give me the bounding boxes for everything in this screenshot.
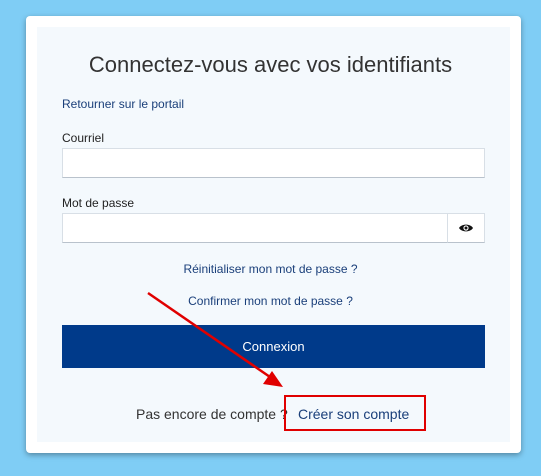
email-label: Courriel	[62, 131, 105, 145]
back-to-portal-link[interactable]: Retourner sur le portail	[62, 97, 184, 111]
login-button[interactable]: Connexion	[62, 325, 485, 368]
reset-password-row: Réinitialiser mon mot de passe ?	[0, 262, 541, 276]
reset-password-link[interactable]: Réinitialiser mon mot de passe ?	[183, 262, 357, 276]
password-field[interactable]	[62, 213, 448, 243]
password-label: Mot de passe	[62, 196, 135, 210]
create-account-link[interactable]: Créer son compte	[298, 406, 409, 422]
email-field[interactable]	[62, 148, 485, 178]
confirm-password-link[interactable]: Confirmer mon mot de passe ?	[188, 294, 353, 308]
show-password-button[interactable]	[447, 213, 485, 243]
eye-icon	[459, 224, 473, 232]
no-account-text: Pas encore de compte ?	[136, 406, 288, 422]
page-title: Connectez-vous avec vos identifiants	[88, 52, 453, 77]
confirm-password-row: Confirmer mon mot de passe ?	[0, 294, 541, 308]
